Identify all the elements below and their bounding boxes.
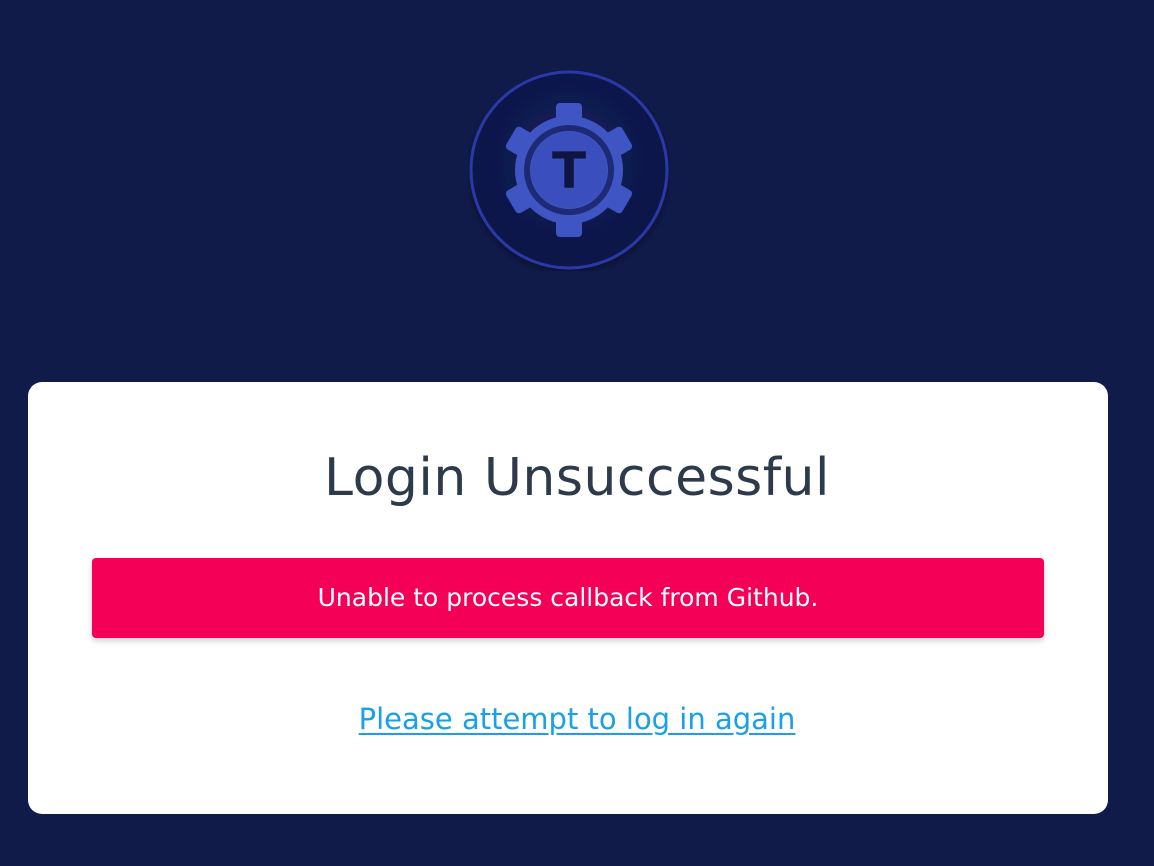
logo-letter: T [552,142,586,200]
error-banner: Unable to process callback from Github. [92,558,1044,638]
gear-logo-icon: T [469,70,669,270]
app-logo: T [468,69,670,271]
retry-login-link[interactable]: Please attempt to log in again [359,702,796,736]
retry-link-container: Please attempt to log in again [0,698,1154,740]
page-title: Login Unsuccessful [324,448,830,508]
